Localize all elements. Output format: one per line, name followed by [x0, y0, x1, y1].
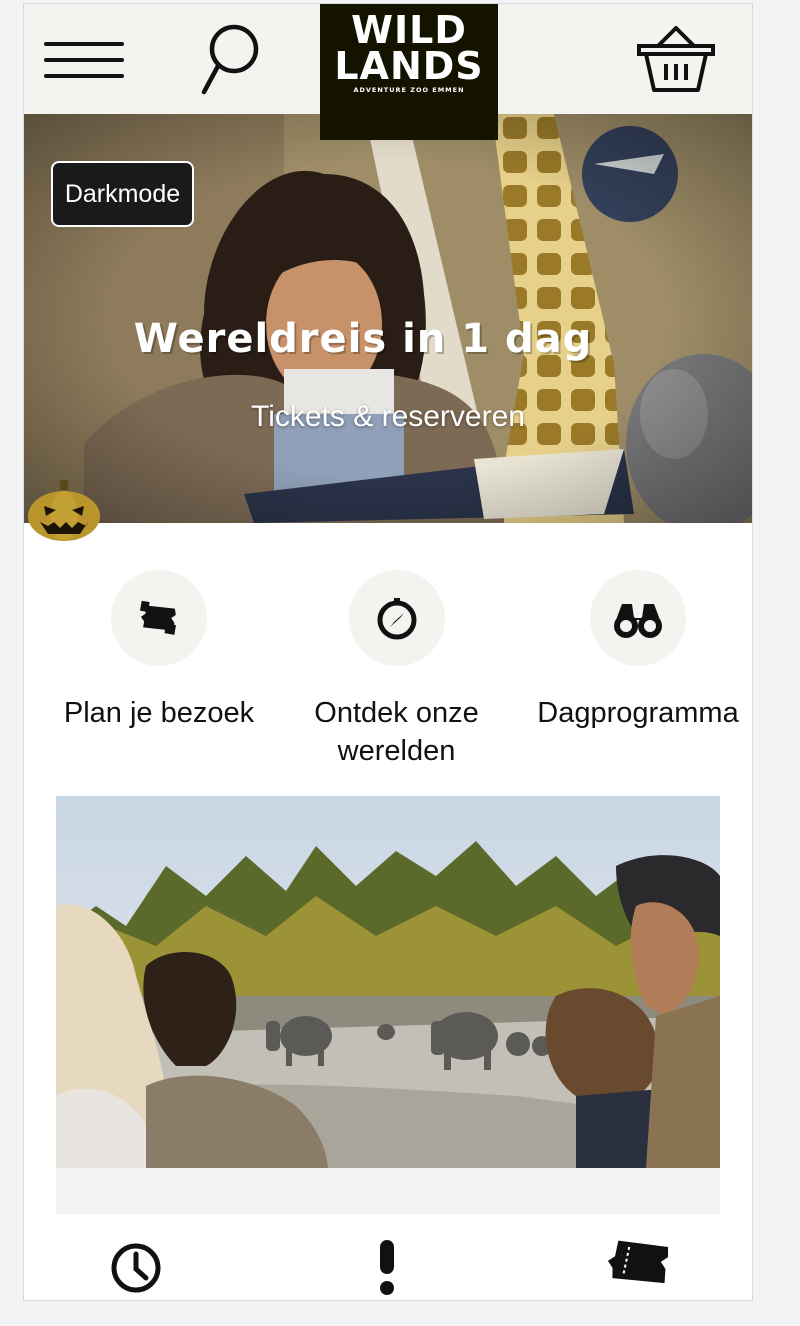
- hero-title: Wereldreis in 1 dag: [133, 316, 593, 362]
- elephant-photo: [56, 796, 720, 1168]
- quick-link-plan-bezoek[interactable]: Plan je bezoek: [44, 570, 274, 732]
- quick-link-ontdek-werelden[interactable]: Ontdek onze werelden: [284, 570, 509, 770]
- wildlands-logo[interactable]: WILD LANDS ADVENTURE ZOO EMMEN: [320, 4, 498, 140]
- tickets-reserveren-link[interactable]: Tickets & reserveren: [24, 400, 752, 434]
- icon-circle: [590, 570, 686, 666]
- logo-text-lands: LANDS: [334, 44, 484, 88]
- quick-link-label: Dagprogramma: [537, 697, 739, 729]
- darkmode-toggle-button[interactable]: Darkmode: [51, 161, 194, 227]
- elephant-feature-card[interactable]: [56, 796, 720, 1214]
- icon-circle: [348, 570, 445, 666]
- compass-icon: [377, 598, 416, 640]
- pumpkin-icon: [26, 478, 102, 542]
- quick-link-label: Ontdek onze werelden: [314, 697, 479, 767]
- quick-link-label: Plan je bezoek: [63, 697, 255, 729]
- bottom-navigation: [24, 1222, 752, 1300]
- ticket-icon: [139, 600, 177, 635]
- quick-link-dagprogramma[interactable]: Dagprogramma: [524, 570, 752, 732]
- search-icon[interactable]: [196, 22, 266, 98]
- hero-banner: Darkmode Wereldreis in 1 dag Tickets & r…: [24, 114, 752, 523]
- ticket-icon[interactable]: [602, 1226, 682, 1296]
- hamburger-menu-icon[interactable]: [44, 40, 124, 80]
- shopping-basket-icon[interactable]: [636, 24, 716, 96]
- logo-tagline: ADVENTURE ZOO EMMEN: [353, 86, 465, 94]
- exclamation-icon[interactable]: [348, 1226, 428, 1296]
- icon-circle: [111, 570, 207, 666]
- binoculars-icon: [614, 604, 662, 638]
- app-viewport: WILD LANDS ADVENTURE ZOO EMMEN Darkmode …: [23, 3, 753, 1301]
- clock-icon[interactable]: [96, 1226, 176, 1296]
